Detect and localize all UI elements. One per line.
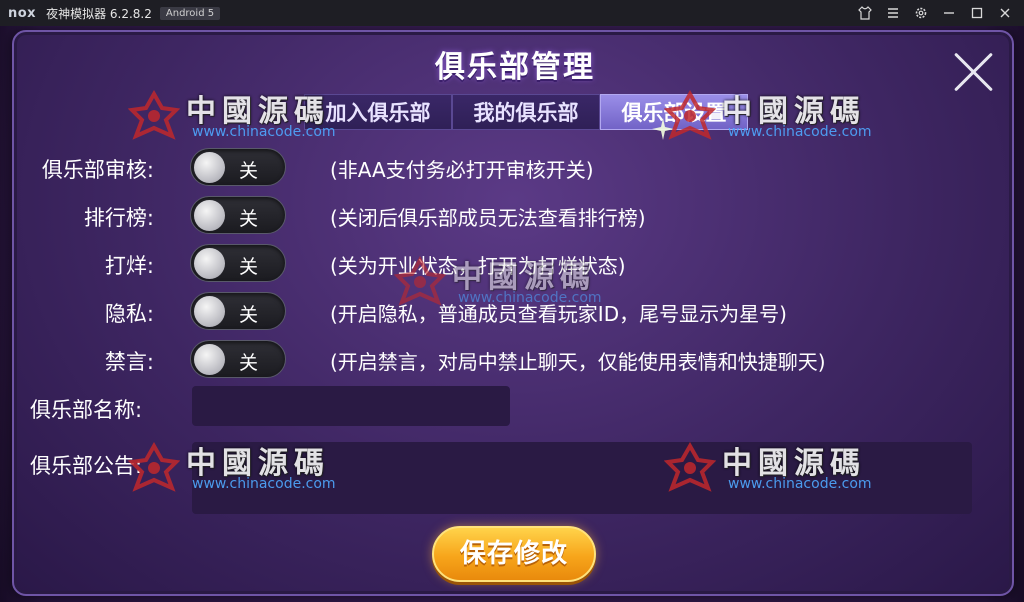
toggle-ranking[interactable]: 关: [190, 196, 286, 234]
watermark: 中國源碼 www.chinacode.com: [128, 84, 358, 148]
watermark-url: www.chinacode.com: [728, 476, 872, 492]
game-screen: 俱乐部管理 加入俱乐部 我的俱乐部 俱乐部设置 俱乐部审核: 关 (非AA支付务…: [0, 26, 1024, 602]
setting-hint-ranking: (关闭后俱乐部成员无法查看排行榜): [330, 206, 646, 230]
setting-hint-review: (非AA支付务必打开审核开关): [330, 158, 594, 182]
toggle-state-text: 关: [239, 256, 259, 278]
toggle-knob: [194, 248, 225, 279]
watermark-url: www.chinacode.com: [458, 290, 602, 306]
watermark-logo-icon: [664, 90, 716, 140]
watermark-url: www.chinacode.com: [192, 476, 336, 492]
toggle-mute[interactable]: 关: [190, 340, 286, 378]
setting-label-closing: 打烊:: [104, 254, 154, 278]
toggle-knob: [194, 296, 225, 327]
watermark: 中國源碼 www.chinacode.com: [394, 250, 624, 314]
watermark: 中國源碼 www.chinacode.com: [664, 436, 894, 500]
save-changes-button[interactable]: 保存修改: [432, 526, 596, 582]
toggle-state-text: 关: [239, 208, 259, 230]
club-name-input[interactable]: [192, 386, 510, 426]
setting-label-ranking: 排行榜:: [83, 206, 154, 230]
setting-label-review: 俱乐部审核:: [41, 158, 154, 182]
watermark-logo-icon: [128, 90, 180, 140]
watermark: 中國源碼 www.chinacode.com: [128, 436, 358, 500]
dialog-close-icon[interactable]: [952, 48, 996, 92]
maximize-icon[interactable]: [964, 0, 990, 26]
shirt-icon[interactable]: [852, 0, 878, 26]
watermark-logo-icon: [128, 442, 180, 492]
setting-label-mute: 禁言:: [104, 350, 154, 374]
nox-logo: nox: [8, 5, 37, 21]
gear-icon[interactable]: [908, 0, 934, 26]
window-controls: [852, 0, 1018, 26]
android-version-badge: Android 5: [159, 6, 221, 20]
watermark-logo-icon: [664, 442, 716, 492]
minimize-icon[interactable]: [936, 0, 962, 26]
watermark-logo-icon: [394, 256, 446, 306]
toggle-knob: [194, 344, 225, 375]
window-title: 夜神模拟器 6.2.8.2: [46, 6, 152, 21]
toggle-state-text: 关: [239, 352, 259, 374]
emulator-titlebar: nox 夜神模拟器 6.2.8.2 Android 5: [0, 0, 1024, 26]
setting-hint-mute: (开启禁言，对局中禁止聊天，仅能使用表情和快捷聊天): [330, 350, 826, 374]
watermark-url: www.chinacode.com: [192, 124, 336, 140]
setting-label-privacy: 隐私:: [104, 302, 154, 326]
tab-my-club[interactable]: 我的俱乐部: [452, 94, 600, 130]
watermark-url: www.chinacode.com: [728, 124, 872, 140]
toggle-closing[interactable]: 关: [190, 244, 286, 282]
watermark: 中國源碼 www.chinacode.com: [664, 84, 894, 148]
dialog-title: 俱乐部管理: [435, 50, 595, 85]
menu-icon[interactable]: [880, 0, 906, 26]
toggle-state-text: 关: [239, 160, 259, 182]
toggle-state-text: 关: [239, 304, 259, 326]
toggle-knob: [194, 152, 225, 183]
club-name-label: 俱乐部名称:: [30, 398, 143, 422]
close-icon[interactable]: [992, 0, 1018, 26]
toggle-review[interactable]: 关: [190, 148, 286, 186]
toggle-knob: [194, 200, 225, 231]
toggle-privacy[interactable]: 关: [190, 292, 286, 330]
